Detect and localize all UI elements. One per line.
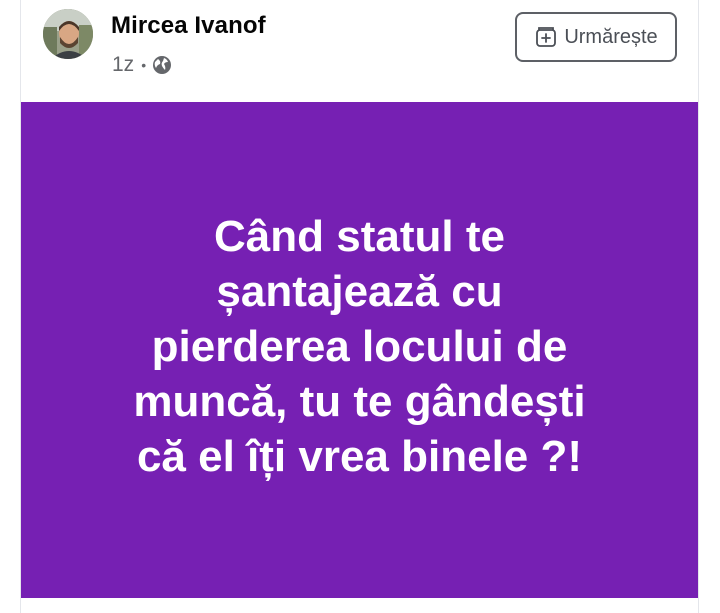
- post-timestamp[interactable]: 1z: [112, 53, 134, 77]
- follow-button[interactable]: Urmărește: [515, 12, 677, 62]
- author-avatar[interactable]: [43, 9, 93, 59]
- post-meta: 1z •: [112, 53, 172, 77]
- post-text-line: șantajează cu: [216, 267, 503, 316]
- post-text-line: că el îți vrea binele ?!: [136, 432, 583, 481]
- post-image[interactable]: Când statul te șantajează cu pierderea l…: [21, 102, 698, 598]
- post-text-line: pierderea locului de: [151, 322, 568, 371]
- post-image-text: Când statul te șantajează cu pierderea l…: [80, 209, 640, 484]
- screen: Mircea Ivanof 1z • Urmărește Când statul…: [0, 0, 720, 613]
- follow-button-label: Urmărește: [564, 25, 658, 48]
- author-name[interactable]: Mircea Ivanof: [111, 12, 266, 40]
- avatar-photo-icon: [43, 9, 93, 59]
- post-card: Mircea Ivanof 1z • Urmărește Când statul…: [20, 0, 699, 613]
- meta-separator: •: [141, 57, 147, 73]
- post-footer: [21, 598, 698, 613]
- post-text-line: Când statul te: [214, 212, 505, 261]
- post-text-line: muncă, tu te gândești: [133, 377, 586, 426]
- post-header: Mircea Ivanof 1z • Urmărește: [21, 0, 698, 102]
- add-follow-icon: [536, 27, 557, 47]
- globe-icon: [153, 56, 172, 74]
